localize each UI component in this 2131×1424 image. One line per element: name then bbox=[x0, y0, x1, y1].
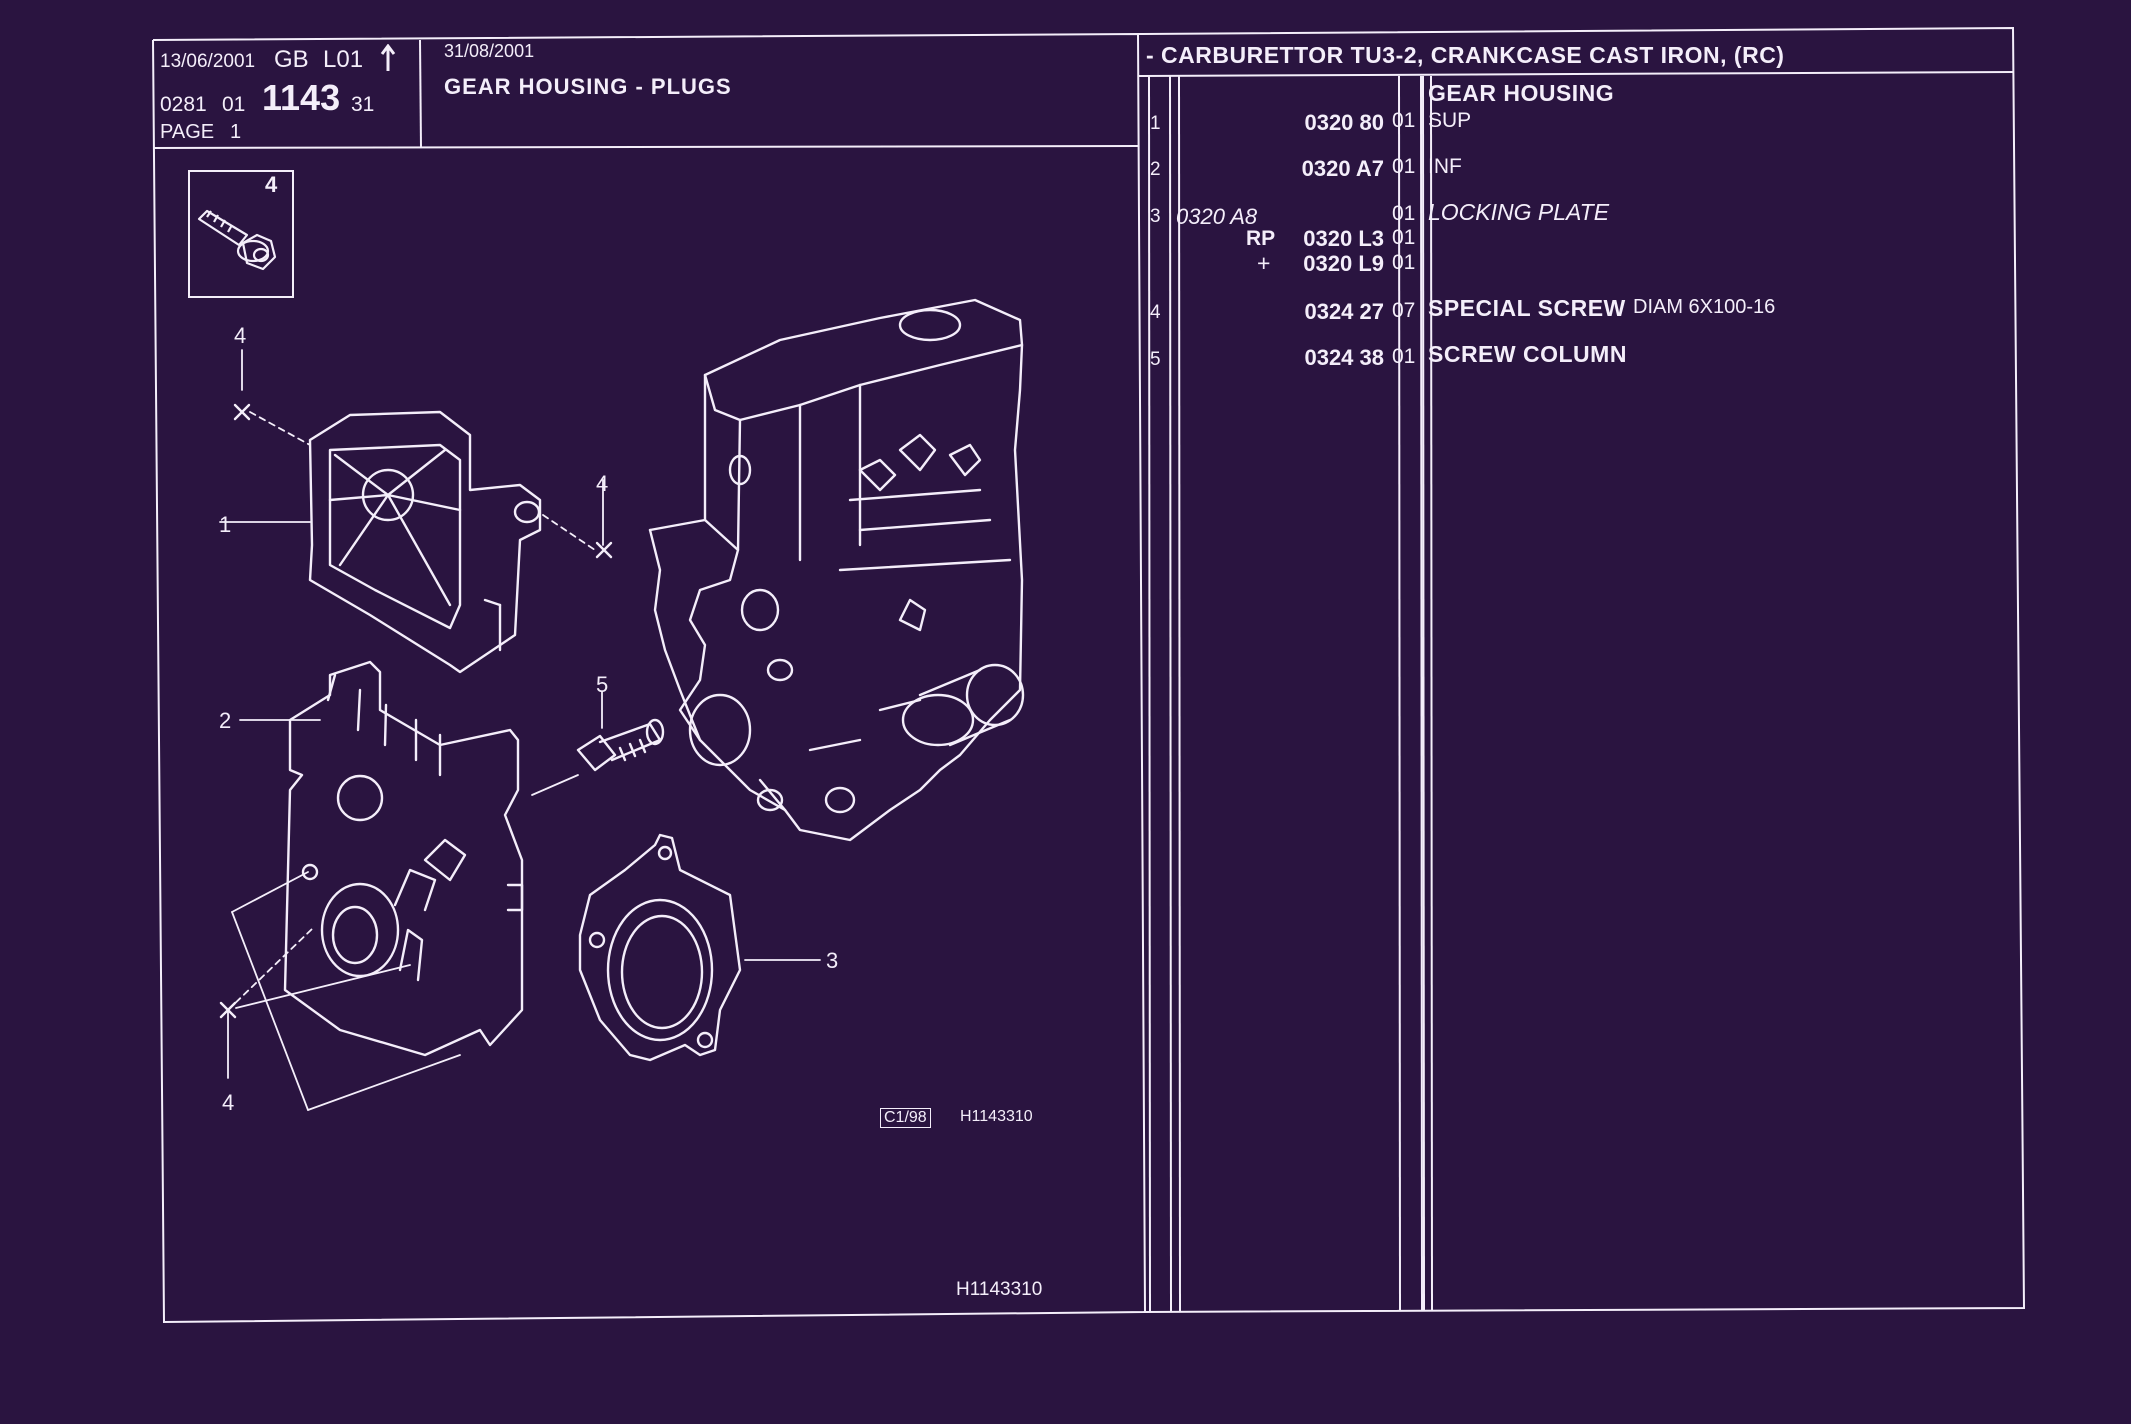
catalogue-code-suffix: 31 bbox=[351, 93, 375, 116]
part-index: 1 bbox=[1150, 113, 1161, 134]
part-quantity: 07 bbox=[1392, 299, 1416, 322]
part-description: SUP bbox=[1428, 109, 1472, 132]
header-level: L01 bbox=[323, 46, 364, 73]
catalogue-code-prefix: 0281 bbox=[160, 93, 207, 116]
part-name: SPECIAL SCREW bbox=[1428, 295, 1626, 321]
page-label: PAGE bbox=[160, 121, 215, 143]
part-index: 5 bbox=[1150, 349, 1161, 370]
gear-housing-sup-part bbox=[308, 410, 542, 674]
part-left-ref: 0320 A8 bbox=[1176, 204, 1258, 229]
header-language: GB bbox=[274, 46, 309, 73]
callout-4: 4 bbox=[596, 471, 609, 496]
part-description: INF bbox=[1428, 155, 1462, 178]
parts-catalogue-page: 13/06/2001 GB L01 0281 01 1143 31 PAGE 1… bbox=[0, 0, 2131, 1424]
locking-plate-part bbox=[578, 833, 742, 1062]
callout-5: 5 bbox=[596, 672, 609, 697]
part-name: SCREW COLUMN bbox=[1428, 341, 1627, 367]
part-ref: 0324 38 bbox=[1304, 345, 1384, 370]
part-description: LOCKING PLATE bbox=[1428, 199, 1610, 225]
up-arrow-icon bbox=[380, 44, 396, 71]
screw-column-part bbox=[576, 718, 665, 772]
part-quantity: 01 bbox=[1392, 226, 1416, 249]
catalogue-code-main: 1143 bbox=[262, 77, 341, 118]
vehicle-title: - CARBURETTOR TU3-2, CRANKCASE CAST IRON… bbox=[1146, 42, 1785, 68]
diagram-ref-image: H1143310 bbox=[960, 1108, 1033, 1125]
section-title: GEAR HOUSING - PLUGS bbox=[444, 74, 732, 99]
callout-4: 4 bbox=[222, 1090, 235, 1115]
diagram-ref-code: C1/98 bbox=[880, 1108, 931, 1128]
catalogue-code-sub: 01 bbox=[222, 93, 246, 116]
callout-4: 4 bbox=[234, 323, 247, 348]
part-quantity: 01 bbox=[1392, 155, 1416, 178]
part-quantity: 01 bbox=[1392, 345, 1416, 368]
part-name: GEAR HOUSING bbox=[1428, 80, 1615, 106]
part-index: 3 bbox=[1150, 206, 1161, 227]
part-ref: 0324 27 bbox=[1304, 299, 1384, 324]
engine-block-part bbox=[648, 298, 1025, 842]
header-date: 13/06/2001 bbox=[160, 51, 256, 72]
part-quantity: 01 bbox=[1392, 109, 1416, 132]
part-ref: 0320 A7 bbox=[1301, 156, 1384, 181]
callout-2: 2 bbox=[219, 708, 232, 733]
callout-3: 3 bbox=[826, 948, 839, 973]
part-quantity: 01 bbox=[1392, 251, 1416, 274]
part-ref: 0320 L3 bbox=[1303, 226, 1384, 251]
part-ref: 0320 L9 bbox=[1303, 251, 1384, 276]
part-ref: 0320 80 bbox=[1304, 110, 1384, 135]
footer-image-ref: H1143310 bbox=[956, 1279, 1043, 1300]
part-quantity: 01 bbox=[1392, 202, 1416, 225]
page-number: 1 bbox=[230, 121, 242, 143]
gear-housing-inf-part bbox=[283, 660, 524, 1057]
part-description: DIAM 6X100-16 bbox=[1633, 296, 1776, 318]
exploded-diagram bbox=[219, 298, 1025, 1111]
part-index: 2 bbox=[1150, 159, 1161, 180]
part-index: 4 bbox=[1150, 302, 1161, 323]
update-date: 31/08/2001 bbox=[444, 41, 535, 61]
callout-1: 1 bbox=[219, 512, 232, 537]
